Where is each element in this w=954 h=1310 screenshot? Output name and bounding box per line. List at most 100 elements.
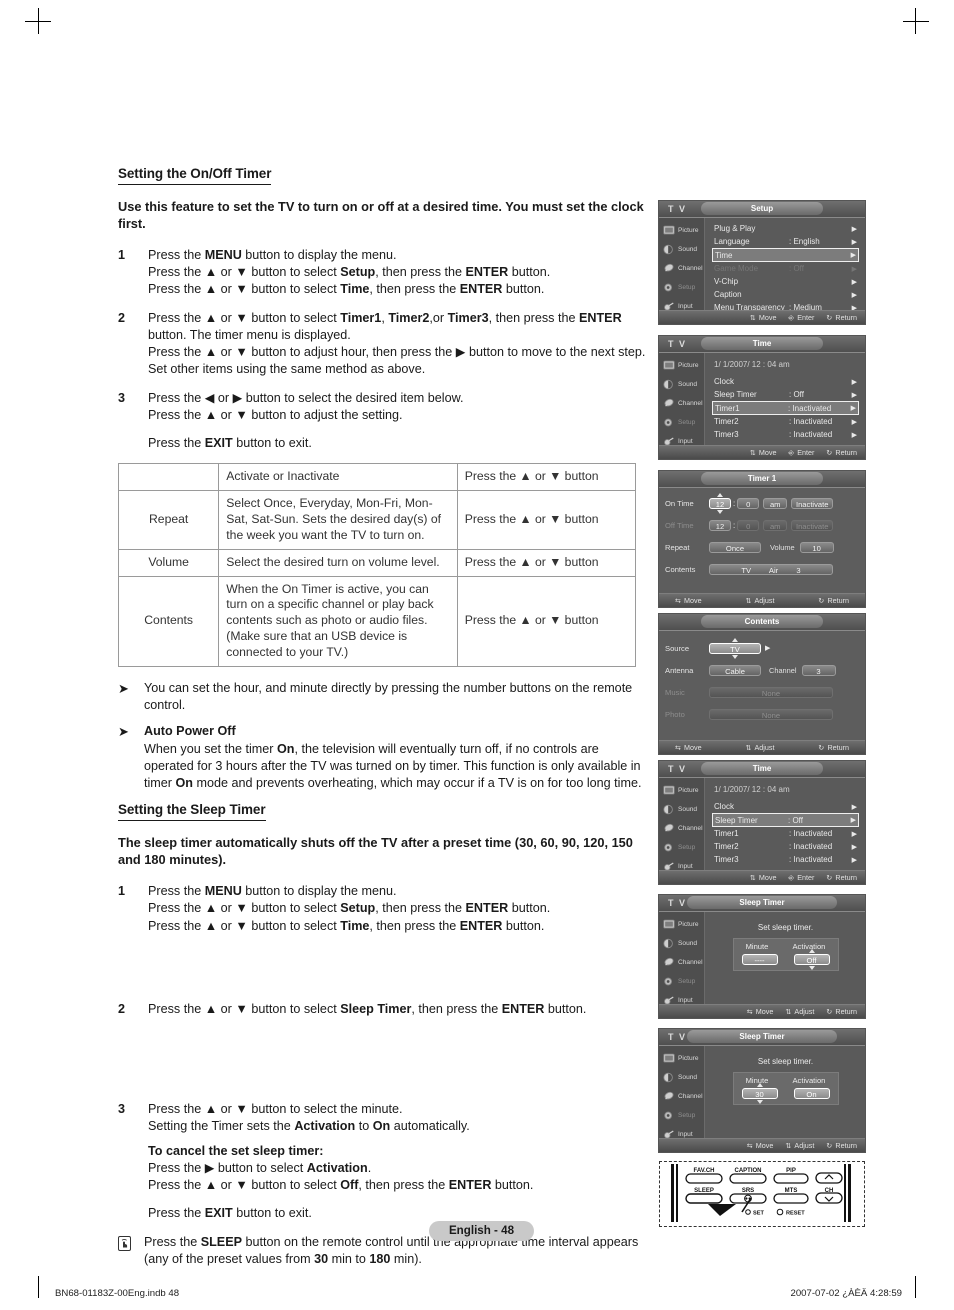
sidebar-item-channel[interactable]: Channel: [659, 1087, 704, 1106]
menu-item-clock[interactable]: Clock ▶: [712, 800, 859, 813]
sidebar-item-setup[interactable]: Setup: [659, 278, 704, 297]
remote-left-edge: [671, 1164, 674, 1222]
table-cell-label: Volume: [117, 548, 220, 577]
stepper-down-icon: [717, 509, 723, 514]
channel-value[interactable]: 3: [801, 664, 836, 676]
menu-item-plug-play[interactable]: Plug & Play ▶: [712, 222, 859, 235]
sidebar-item-sound[interactable]: Sound: [659, 800, 704, 819]
volume-label: Volume: [770, 542, 795, 552]
sidebar-item-sound[interactable]: Sound: [659, 934, 704, 953]
remote-control-illustration: FAV.CH CAPTION PIP SLEEP SRS MTS CH SET …: [659, 1161, 865, 1227]
osd-titlebar: Contents: [659, 614, 865, 631]
repeat-value[interactable]: Once: [709, 541, 761, 553]
table-cell-label: Repeat: [117, 490, 220, 550]
menu-item-timer2[interactable]: Timer2 : Inactivated ▶: [712, 415, 859, 428]
menu-item-label: Clock: [714, 377, 735, 386]
hint-adjust: ⇅ Adjust: [745, 743, 775, 752]
osd-hint-bar: ⇅ Move ⎆ Enter ↻ Return: [659, 870, 865, 884]
osd-hint-bar: ⇆ Move ⇅ Adjust ↻ Return: [659, 593, 865, 607]
step-2-1: 1 Press the MENU button to display the m…: [118, 883, 648, 935]
off-time-ampm[interactable]: am: [763, 519, 788, 531]
menu-item-clock[interactable]: Clock ▶: [712, 375, 859, 388]
activation-stepper[interactable]: Off: [793, 949, 830, 970]
sidebar-item-picture[interactable]: Picture: [659, 356, 704, 375]
off-time-minute[interactable]: 0: [737, 519, 760, 531]
sidebar-item-picture[interactable]: Picture: [659, 221, 704, 240]
osd-title: Sleep Timer: [687, 1030, 837, 1043]
picture-icon: [663, 785, 675, 795]
hint-return: ↻ Return: [818, 743, 850, 752]
osd-time-menu-2: T V Time Picture Sound Channel Setup Inp…: [658, 760, 866, 885]
menu-item-time[interactable]: Time ▶: [712, 248, 859, 262]
minute-value[interactable]: 30: [741, 1088, 778, 1099]
sidebar-item-setup[interactable]: Setup: [659, 972, 704, 991]
menu-item-label: Timer1: [715, 403, 740, 413]
step-line: Press the ▲ or ▼ button to select Sleep …: [148, 1001, 587, 1016]
on-time-minute[interactable]: 0: [737, 497, 760, 509]
osd-sleep-timer-1: T V Sleep Timer Picture Sound Channel Se…: [658, 894, 866, 1019]
hint-adjust: ⇅ Adjust: [785, 1007, 815, 1016]
sound-icon: [663, 938, 673, 949]
menu-item-timer2[interactable]: Timer2 : Inactivated ▶: [712, 840, 859, 853]
menu-item-timer1[interactable]: Timer1 : Inactivated ▶: [712, 827, 859, 840]
section-heading-sleep-timer: Setting the Sleep Timer: [118, 802, 266, 822]
menu-item-value: : Inactivated: [789, 855, 833, 864]
activation-value[interactable]: On: [793, 1088, 830, 1099]
sidebar-item-channel[interactable]: Channel: [659, 953, 704, 972]
row-label: On Time: [665, 498, 694, 508]
sidebar-label: Input: [678, 997, 693, 1004]
source-value[interactable]: TV: [709, 642, 761, 654]
on-time-hour[interactable]: 12: [709, 497, 731, 509]
sidebar-item-picture[interactable]: Picture: [659, 781, 704, 800]
menu-item-v-chip[interactable]: V-Chip ▶: [712, 275, 859, 288]
antenna-value[interactable]: Cable: [709, 664, 761, 676]
menu-item-timer3[interactable]: Timer3 : Inactivated ▶: [712, 853, 859, 866]
step-line: Press the ▲ or ▼ button to adjust hour, …: [148, 345, 646, 377]
sidebar-item-sound[interactable]: Sound: [659, 375, 704, 394]
sidebar-item-setup[interactable]: Setup: [659, 838, 704, 857]
arrow-bullet-icon: ➤: [118, 724, 129, 740]
step-line: Press the ▲ or ▼ button to select Time, …: [148, 918, 545, 933]
volume-value[interactable]: 10: [799, 541, 834, 553]
off-time-activation[interactable]: Inactivate: [791, 519, 834, 531]
sidebar-label: Sound: [678, 806, 698, 813]
menu-item-caption[interactable]: Caption ▶: [712, 288, 859, 301]
osd-menu-list: Plug & Play ▶ Language : English ▶ Time …: [706, 218, 865, 324]
osd-titlebar: T V Sleep Timer: [659, 895, 865, 912]
menu-item-timer3[interactable]: Timer3 : Inactivated ▶: [712, 428, 859, 441]
osd-sidebar: Picture Sound Channel Setup Input: [659, 778, 705, 871]
picture-icon: [663, 360, 675, 370]
menu-item-sleep-timer[interactable]: Sleep Timer : Off ▶: [712, 388, 859, 401]
menu-item-sleep-timer[interactable]: Sleep Timer : Off ▶: [712, 813, 859, 827]
channel-icon: [664, 398, 674, 407]
sidebar-item-picture[interactable]: Picture: [659, 1049, 704, 1068]
on-time-ampm[interactable]: am: [763, 497, 788, 509]
sidebar-item-channel[interactable]: Channel: [659, 259, 704, 278]
sidebar-item-sound[interactable]: Sound: [659, 240, 704, 259]
sidebar-item-setup[interactable]: Setup: [659, 1106, 704, 1125]
source-stepper[interactable]: TV: [709, 637, 761, 659]
menu-item-label: Sleep Timer: [714, 390, 757, 399]
menu-item-value: : Inactivated: [788, 403, 832, 413]
sidebar-item-picture[interactable]: Picture: [659, 915, 704, 934]
sidebar-item-channel[interactable]: Channel: [659, 819, 704, 838]
hint-return: ↻ Return: [826, 1007, 857, 1016]
minute-stepper[interactable]: 30: [741, 1083, 778, 1104]
off-time-hour[interactable]: 12: [709, 519, 731, 531]
step-line: Press the ▲ or ▼ button to select Off, t…: [148, 1178, 534, 1193]
sidebar-item-channel[interactable]: Channel: [659, 394, 704, 413]
sidebar-item-sound[interactable]: Sound: [659, 1068, 704, 1087]
hour-stepper[interactable]: 12: [709, 492, 731, 514]
osd-titlebar: T V Sleep Timer: [659, 1029, 865, 1046]
contents-value[interactable]: TV Air 3: [709, 563, 833, 575]
picture-icon: [663, 1053, 675, 1063]
sleep-timer-message: Set sleep timer.: [757, 923, 814, 932]
menu-item-timer1[interactable]: Timer1 : Inactivated ▶: [712, 401, 859, 415]
activation-value[interactable]: Off: [793, 954, 830, 965]
menu-item-language[interactable]: Language : English ▶: [712, 235, 859, 248]
sidebar-item-setup[interactable]: Setup: [659, 413, 704, 432]
menu-item-value: : Off: [789, 264, 804, 273]
on-time-activation[interactable]: Inactivate: [791, 497, 834, 509]
setup-icon: [664, 977, 672, 986]
minute-value[interactable]: ----: [741, 954, 778, 965]
